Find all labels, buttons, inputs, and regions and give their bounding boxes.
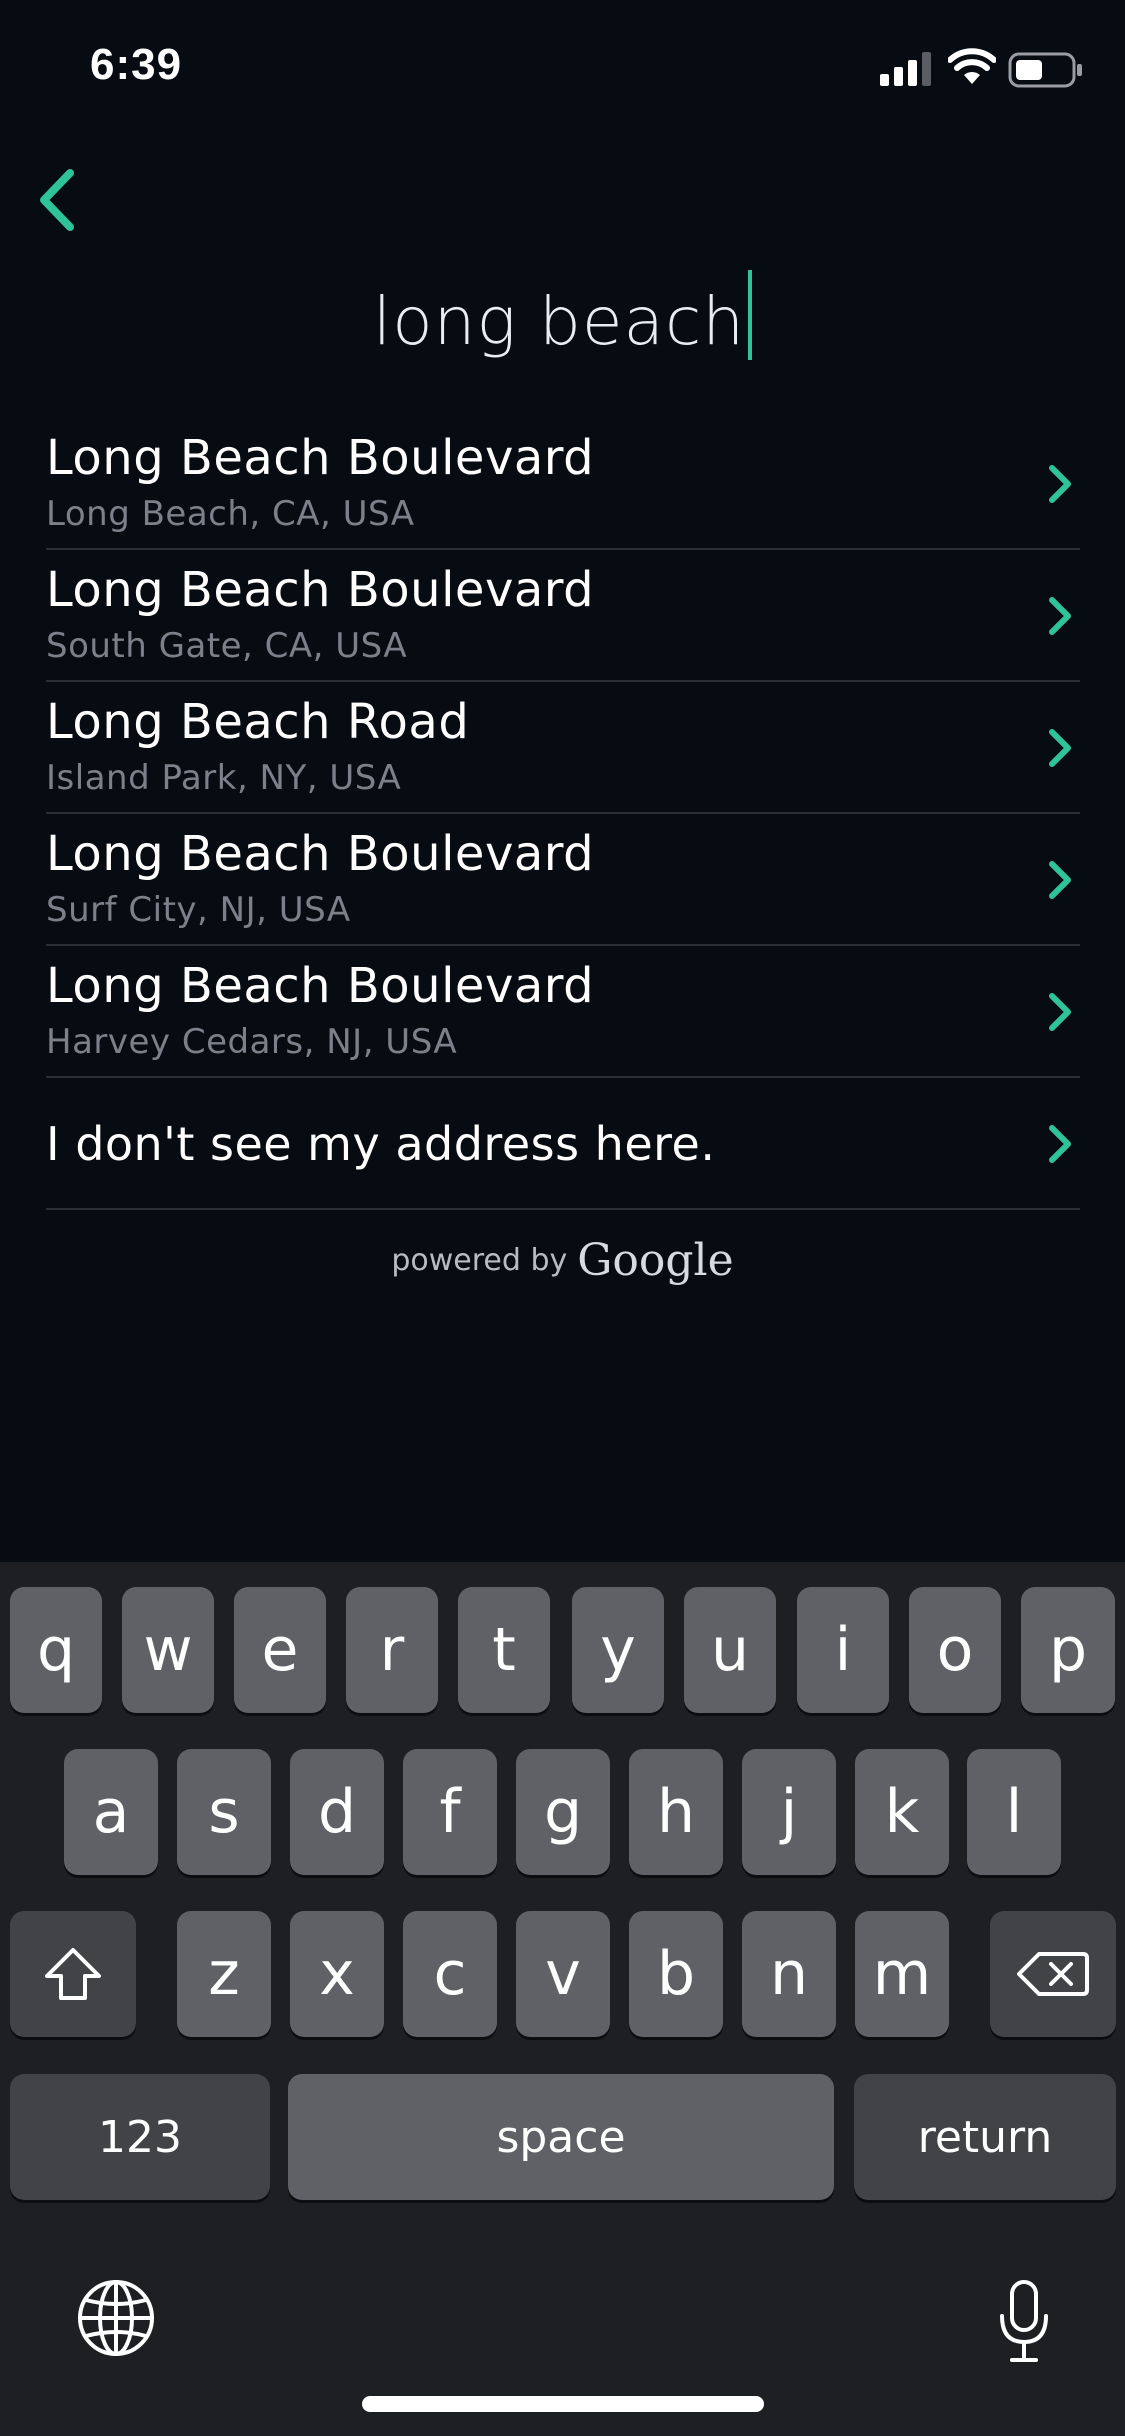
wifi-icon: [948, 48, 996, 84]
key-z[interactable]: z: [177, 1911, 271, 2037]
chevron-right-icon: [1049, 861, 1071, 899]
chevron-right-icon: [1049, 597, 1071, 635]
home-indicator[interactable]: [362, 2396, 764, 2412]
key-j[interactable]: j: [742, 1749, 836, 1875]
backspace-button[interactable]: [990, 1911, 1116, 2037]
return-key[interactable]: return: [854, 2074, 1116, 2200]
search-query: long beach: [372, 283, 746, 360]
battery-icon: [1008, 52, 1082, 88]
results-list: Long Beach Boulevard Long Beach, CA, USA…: [46, 418, 1080, 1210]
chevron-right-icon: [1049, 993, 1071, 1031]
key-d[interactable]: d: [290, 1749, 384, 1875]
powered-by-label: powered by: [391, 1243, 568, 1278]
key-l[interactable]: l: [967, 1749, 1061, 1875]
search-input[interactable]: long beach: [0, 270, 1125, 370]
space-key[interactable]: space: [288, 2074, 834, 2200]
shift-button[interactable]: [10, 1911, 136, 2037]
list-item[interactable]: Long Beach Boulevard South Gate, CA, USA: [46, 550, 1080, 682]
key-r[interactable]: r: [346, 1587, 438, 1713]
backspace-icon: [1017, 1952, 1089, 1996]
key-b[interactable]: b: [629, 1911, 723, 2037]
key-k[interactable]: k: [855, 1749, 949, 1875]
key-n[interactable]: n: [742, 1911, 836, 2037]
key-g[interactable]: g: [516, 1749, 610, 1875]
back-button[interactable]: [16, 160, 96, 240]
status-time: 6:39: [90, 40, 183, 89]
key-s[interactable]: s: [177, 1749, 271, 1875]
text-caret: [748, 270, 753, 360]
key-i[interactable]: i: [797, 1587, 889, 1713]
list-item[interactable]: Long Beach Boulevard Surf City, NJ, USA: [46, 814, 1080, 946]
key-p[interactable]: p: [1021, 1587, 1115, 1713]
list-item[interactable]: Long Beach Boulevard Harvey Cedars, NJ, …: [46, 946, 1080, 1078]
key-h[interactable]: h: [629, 1749, 723, 1875]
chevron-right-icon: [1049, 465, 1071, 503]
chevron-left-icon: [40, 169, 74, 231]
key-y[interactable]: y: [572, 1587, 664, 1713]
result-title: Long Beach Boulevard: [46, 826, 595, 882]
key-m[interactable]: m: [855, 1911, 949, 2037]
key-x[interactable]: x: [290, 1911, 384, 2037]
key-e[interactable]: e: [234, 1587, 326, 1713]
key-q[interactable]: q: [10, 1587, 102, 1713]
key-w[interactable]: w: [122, 1587, 214, 1713]
signal-icon: [880, 52, 931, 86]
chevron-right-icon: [1049, 1125, 1071, 1163]
key-v[interactable]: v: [516, 1911, 610, 2037]
key-t[interactable]: t: [458, 1587, 550, 1713]
google-attribution: powered by Google: [0, 1235, 1125, 1286]
globe-icon[interactable]: [76, 2278, 156, 2358]
status-bar: 6:39: [0, 0, 1125, 140]
key-c[interactable]: c: [403, 1911, 497, 2037]
key-a[interactable]: a: [64, 1749, 158, 1875]
microphone-icon[interactable]: [996, 2280, 1052, 2364]
shift-icon: [45, 1948, 101, 2000]
no-address-item[interactable]: I don't see my address here.: [46, 1078, 1080, 1210]
result-subtitle: Surf City, NJ, USA: [46, 890, 351, 930]
result-title: Long Beach Boulevard: [46, 562, 595, 618]
result-title: Long Beach Road: [46, 694, 470, 750]
result-subtitle: Island Park, NY, USA: [46, 758, 402, 798]
result-subtitle: Long Beach, CA, USA: [46, 494, 415, 534]
result-subtitle: Harvey Cedars, NJ, USA: [46, 1022, 458, 1062]
screen: { "status_bar": { "time": "6:39", "icons…: [0, 0, 1125, 2436]
numbers-key[interactable]: 123: [10, 2074, 270, 2200]
list-item[interactable]: Long Beach Road Island Park, NY, USA: [46, 682, 1080, 814]
result-title: Long Beach Boulevard: [46, 430, 595, 486]
key-f[interactable]: f: [403, 1749, 497, 1875]
google-logo: Google: [577, 1235, 734, 1286]
chevron-right-icon: [1049, 729, 1071, 767]
key-u[interactable]: u: [684, 1587, 776, 1713]
result-subtitle: South Gate, CA, USA: [46, 626, 408, 666]
no-address-label: I don't see my address here.: [46, 1117, 716, 1171]
key-o[interactable]: o: [909, 1587, 1001, 1713]
result-title: Long Beach Boulevard: [46, 958, 595, 1014]
list-item[interactable]: Long Beach Boulevard Long Beach, CA, USA: [46, 418, 1080, 550]
